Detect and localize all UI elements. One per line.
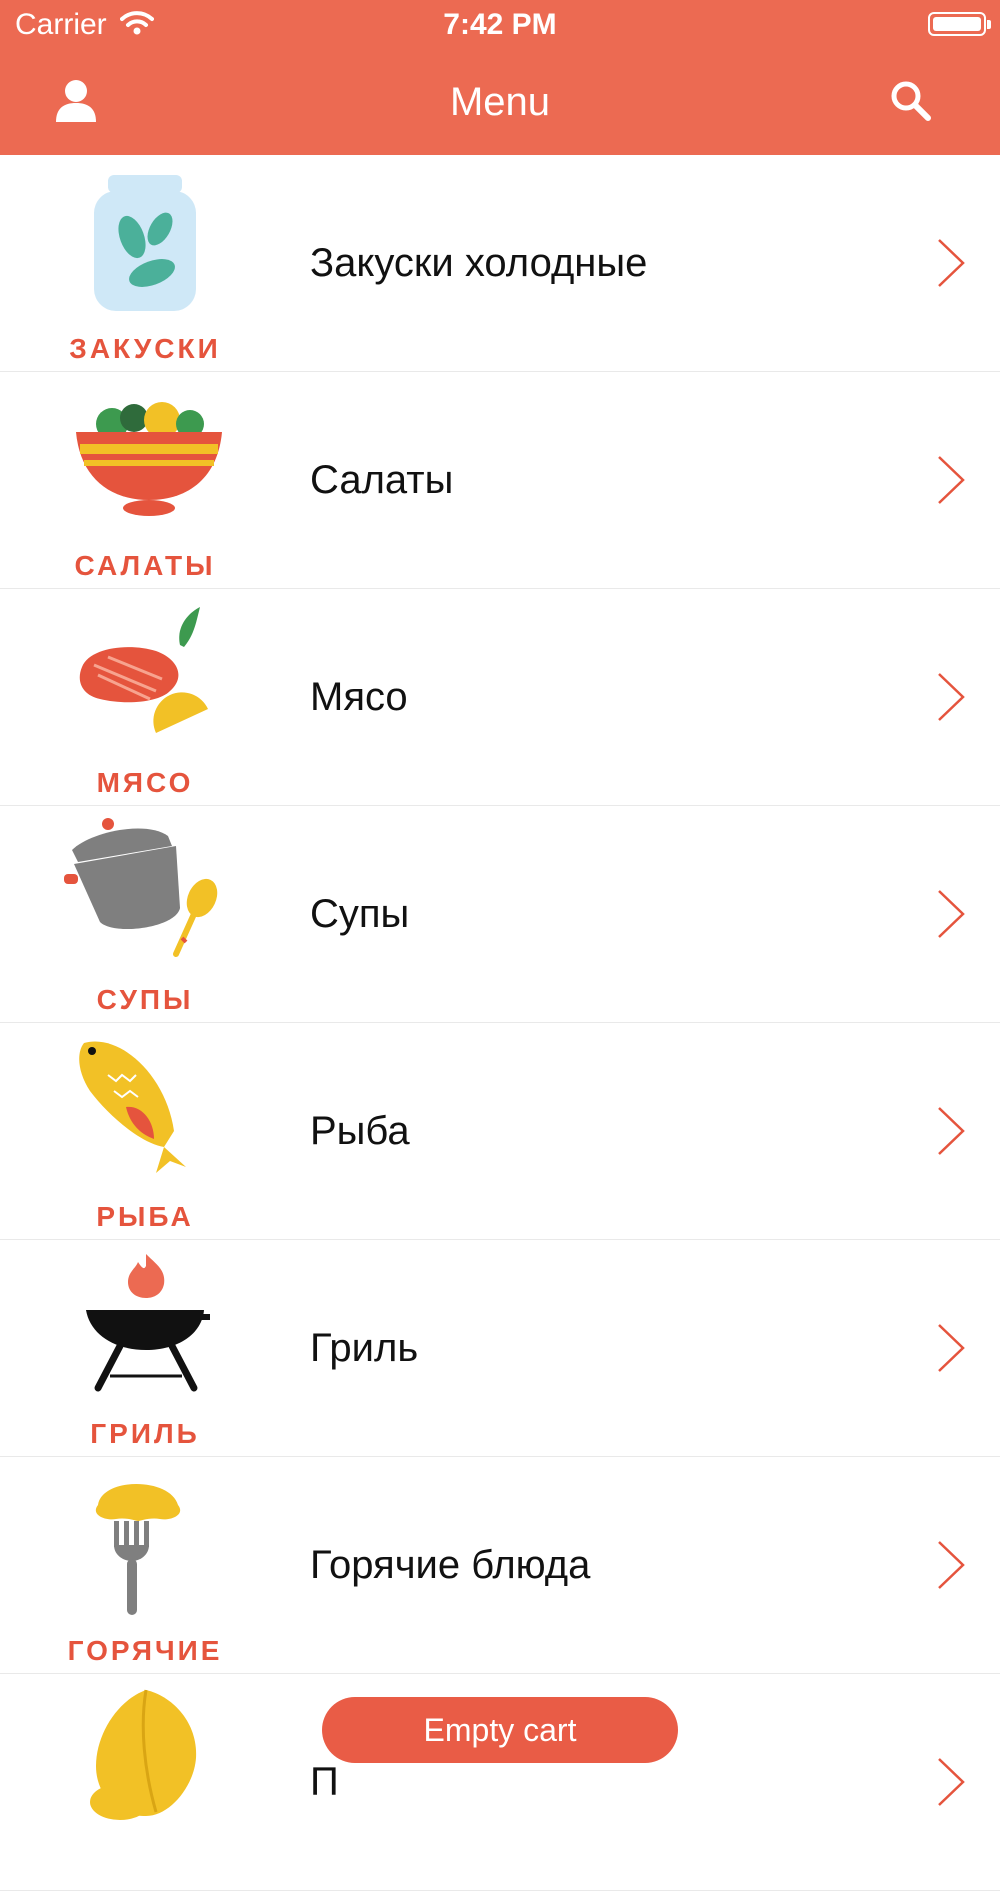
fish-icon bbox=[60, 1035, 230, 1185]
item-title: Рыба bbox=[310, 1109, 410, 1153]
status-bar: Carrier 7:42 PM bbox=[0, 0, 1000, 50]
menu-row-goryachie[interactable]: ГОРЯЧИЕ Горячие блюда bbox=[0, 1457, 1000, 1674]
category-label: САЛАТЫ bbox=[74, 550, 216, 581]
category-label: ЗАКУСКИ bbox=[69, 333, 221, 364]
chevron-right-icon bbox=[936, 1322, 966, 1374]
menu-row-zakuski[interactable]: ЗАКУСКИ Закуски холодные bbox=[0, 155, 1000, 372]
item-title: Горячие блюда bbox=[310, 1543, 591, 1587]
status-time: 7:42 PM bbox=[443, 8, 557, 41]
battery-icon bbox=[928, 12, 991, 36]
item-title: Супы bbox=[310, 892, 410, 936]
search-icon[interactable] bbox=[890, 80, 932, 122]
category-label: МЯСО bbox=[96, 767, 194, 798]
item-title: П bbox=[310, 1760, 339, 1804]
category-label: РЫБА bbox=[96, 1201, 194, 1232]
pastry-icon bbox=[60, 1686, 230, 1836]
empty-cart-button[interactable]: Empty cart bbox=[322, 1697, 678, 1763]
menu-list: ЗАКУСКИ Закуски холодные САЛАТЫ Салаты М… bbox=[0, 155, 1000, 1891]
pickle-jar-icon bbox=[60, 167, 230, 317]
chevron-right-icon bbox=[936, 671, 966, 723]
steak-icon bbox=[60, 601, 230, 751]
chevron-right-icon bbox=[936, 454, 966, 506]
category-label: ГОРЯЧИЕ bbox=[67, 1635, 223, 1666]
soup-pot-icon bbox=[60, 818, 230, 968]
grill-icon bbox=[60, 1252, 230, 1402]
chevron-right-icon bbox=[936, 1105, 966, 1157]
chevron-right-icon bbox=[936, 1756, 966, 1808]
item-title: Салаты bbox=[310, 458, 454, 502]
nav-bar: Carrier 7:42 PM Menu bbox=[0, 0, 1000, 155]
menu-row-salaty[interactable]: САЛАТЫ Салаты bbox=[0, 372, 1000, 589]
menu-row-ryba[interactable]: РЫБА Рыба bbox=[0, 1023, 1000, 1240]
chevron-right-icon bbox=[936, 888, 966, 940]
dumpling-fork-icon bbox=[60, 1469, 230, 1619]
item-title: Закуски холодные bbox=[310, 241, 648, 285]
item-title: Мясо bbox=[310, 675, 408, 719]
salad-bowl-icon bbox=[60, 384, 230, 534]
item-title: Гриль bbox=[310, 1326, 419, 1370]
chevron-right-icon bbox=[936, 1539, 966, 1591]
page-title: Menu bbox=[449, 80, 551, 124]
category-label: СУПЫ bbox=[96, 984, 194, 1015]
menu-row-gril[interactable]: ГРИЛЬ Гриль bbox=[0, 1240, 1000, 1457]
chevron-right-icon bbox=[936, 237, 966, 289]
menu-row-myaso[interactable]: МЯСО Мясо bbox=[0, 589, 1000, 806]
menu-row-supy[interactable]: СУПЫ Супы bbox=[0, 806, 1000, 1023]
category-label: ГРИЛЬ bbox=[90, 1418, 200, 1449]
